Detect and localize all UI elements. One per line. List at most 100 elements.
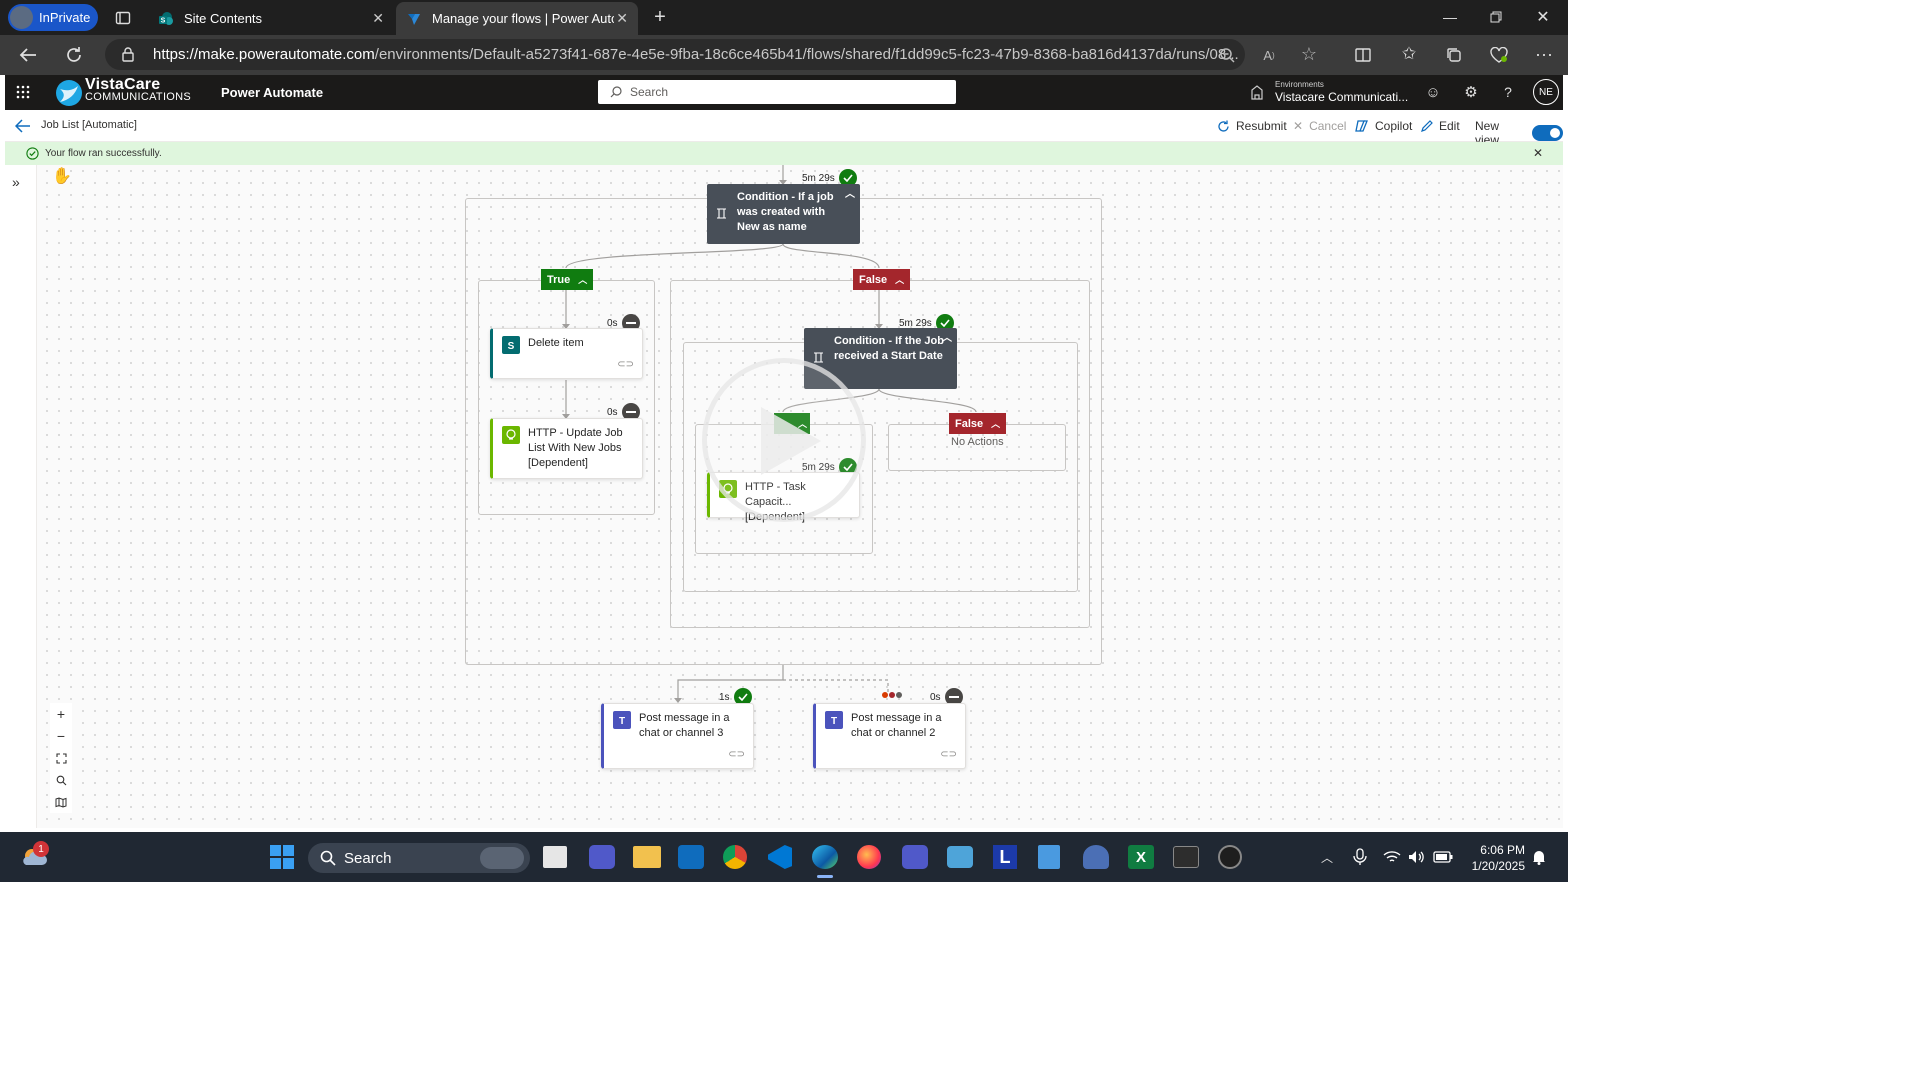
task-view-icon[interactable] <box>543 846 567 868</box>
app-l-icon[interactable]: L <box>993 845 1017 869</box>
search-input[interactable]: Search <box>598 80 956 104</box>
nested-false-badge[interactable]: False ︿ <box>949 413 1007 434</box>
zoom-controls: + − <box>50 703 72 813</box>
http-update-card[interactable]: HTTP - Update Job List With New Jobs [De… <box>490 418 643 479</box>
copilot-label: Copilot <box>1375 119 1413 133</box>
teams-chat-icon[interactable] <box>589 845 615 869</box>
settings-gear-icon[interactable]: ⚙ <box>1461 82 1481 102</box>
edge-icon[interactable] <box>812 845 838 869</box>
zoom-out-icon[interactable]: − <box>50 725 72 747</box>
post-message-2-card[interactable]: T Post message in a chat or channel 2 ⊂⊃ <box>813 703 966 769</box>
collapse-chevron-icon[interactable]: ︿ <box>942 331 952 346</box>
delete-item-title: Delete item <box>528 337 584 349</box>
notification-bell-icon[interactable] <box>1532 849 1546 865</box>
restore-icon[interactable] <box>1486 6 1506 28</box>
snipping-tool-icon[interactable] <box>947 846 973 868</box>
dismiss-icon[interactable]: ✕ <box>1533 146 1543 160</box>
new-tab-icon[interactable]: + <box>648 5 672 29</box>
read-aloud-icon[interactable]: A) <box>1258 44 1280 66</box>
environment-picker[interactable]: Environments Vistacare Communicati... <box>1275 78 1408 104</box>
back-arrow-icon[interactable] <box>15 119 31 133</box>
false-branch-badge[interactable]: False ︿ <box>853 269 911 290</box>
delete-item-card[interactable]: S Delete item ⊂⊃ <box>490 328 643 379</box>
svg-text:S: S <box>161 17 166 24</box>
search-canvas-icon[interactable] <box>50 769 72 791</box>
teams-icon[interactable] <box>902 845 928 869</box>
file-explorer-icon[interactable] <box>633 846 661 868</box>
favorite-star-icon[interactable]: ☆ <box>1298 43 1320 65</box>
battery-icon[interactable] <box>1433 851 1453 863</box>
tab-site-contents[interactable]: S Site Contents ✕ <box>148 2 394 35</box>
duration-label: 0s <box>607 317 618 329</box>
microphone-icon[interactable] <box>1353 848 1367 866</box>
vistacare-logo-icon <box>55 79 83 107</box>
link-icon: ⊂⊃ <box>617 359 634 370</box>
app-wolf-icon[interactable] <box>1083 845 1109 869</box>
wifi-icon[interactable] <box>1383 850 1401 864</box>
collapse-chevron-icon[interactable]: ︿ <box>991 417 1000 430</box>
brand-logo[interactable]: VistaCare COMMUNICATIONS <box>85 77 192 104</box>
taskbar-search-label: Search <box>344 849 392 867</box>
sharepoint-icon: S <box>502 336 520 354</box>
url-field[interactable]: https://make.powerautomate.com/environme… <box>105 39 1245 70</box>
new-view-switch[interactable] <box>1531 125 1563 141</box>
true-branch-badge[interactable]: True ︿ <box>541 269 594 290</box>
show-hidden-icons-icon[interactable]: ︿ <box>1318 848 1336 866</box>
app-dark-icon[interactable] <box>1218 845 1242 869</box>
minimize-icon[interactable]: — <box>1440 6 1460 28</box>
refresh-icon[interactable] <box>62 43 86 67</box>
chrome-icon[interactable] <box>723 845 747 869</box>
collapse-chevron-icon[interactable]: ︿ <box>895 273 904 286</box>
zoom-in-icon[interactable]: + <box>50 703 72 725</box>
browser-essentials-icon[interactable] <box>1488 44 1510 66</box>
resubmit-icon <box>1218 120 1229 132</box>
cancel-button[interactable]: ✕ Cancel <box>1293 119 1346 133</box>
search-placeholder: Search <box>630 85 669 99</box>
edit-button[interactable]: Edit <box>1421 119 1460 133</box>
expand-panel-icon[interactable]: » <box>12 174 20 190</box>
environment-icon <box>1250 84 1266 100</box>
help-icon[interactable]: ? <box>1498 82 1518 102</box>
outlook-icon[interactable] <box>678 845 704 869</box>
volume-icon[interactable] <box>1408 850 1426 864</box>
condition1-card[interactable]: ︿ Condition - If a job was created with … <box>707 184 860 244</box>
excel-icon[interactable]: X <box>1128 845 1154 869</box>
close-tab-icon[interactable]: ✕ <box>616 10 628 27</box>
taskbar-search[interactable]: Search <box>308 843 530 873</box>
back-icon[interactable] <box>16 43 40 67</box>
taskbar-clock[interactable]: 6:06 PM 1/20/2025 <box>1458 842 1525 874</box>
collapse-chevron-icon[interactable]: ︿ <box>578 273 587 286</box>
fit-view-icon[interactable] <box>50 747 72 769</box>
http-update-title: HTTP - Update Job List With New Jobs [De… <box>528 427 623 469</box>
windows-start-icon[interactable] <box>270 845 294 869</box>
close-window-icon[interactable]: ✕ <box>1533 6 1553 28</box>
tab-actions-icon[interactable] <box>112 7 134 29</box>
inprivate-badge[interactable]: InPrivate <box>8 4 98 31</box>
split-screen-icon[interactable] <box>1352 44 1374 66</box>
lock-icon[interactable] <box>121 47 135 62</box>
feedback-smiley-icon[interactable]: ☺ <box>1423 82 1443 102</box>
user-avatar[interactable]: NE <box>1533 79 1559 105</box>
favorites-icon[interactable]: ✩ <box>1398 43 1420 65</box>
notepad-icon[interactable] <box>1038 845 1060 869</box>
collections-icon[interactable] <box>1443 44 1465 66</box>
collapse-chevron-icon[interactable]: ︿ <box>845 187 855 202</box>
tab-manage-flows[interactable]: Manage your flows | Power Autom ✕ <box>396 2 638 35</box>
app-name[interactable]: Power Automate <box>221 85 323 100</box>
tab-label: Manage your flows | Power Autom <box>432 11 614 26</box>
post-message-3-card[interactable]: T Post message in a chat or channel 3 ⊂⊃ <box>601 703 754 769</box>
zoom-icon[interactable] <box>1216 44 1238 66</box>
firefox-icon[interactable] <box>857 845 881 869</box>
app-launcher-icon[interactable] <box>13 82 33 102</box>
environment-name: Vistacare Communicati... <box>1275 90 1409 104</box>
minimap-icon[interactable] <box>50 791 72 813</box>
more-options-icon[interactable]: ··· <box>1533 43 1555 65</box>
video-play-overlay[interactable] <box>702 358 866 522</box>
brand-subtitle: COMMUNICATIONS <box>85 91 192 103</box>
resubmit-button[interactable]: Resubmit <box>1217 119 1287 133</box>
svg-text:T: T <box>619 716 625 727</box>
flow-title: Job List [Automatic] <box>41 119 137 131</box>
terminal-icon[interactable] <box>1173 846 1199 868</box>
copilot-button[interactable]: Copilot <box>1355 119 1412 133</box>
close-tab-icon[interactable]: ✕ <box>372 10 384 27</box>
